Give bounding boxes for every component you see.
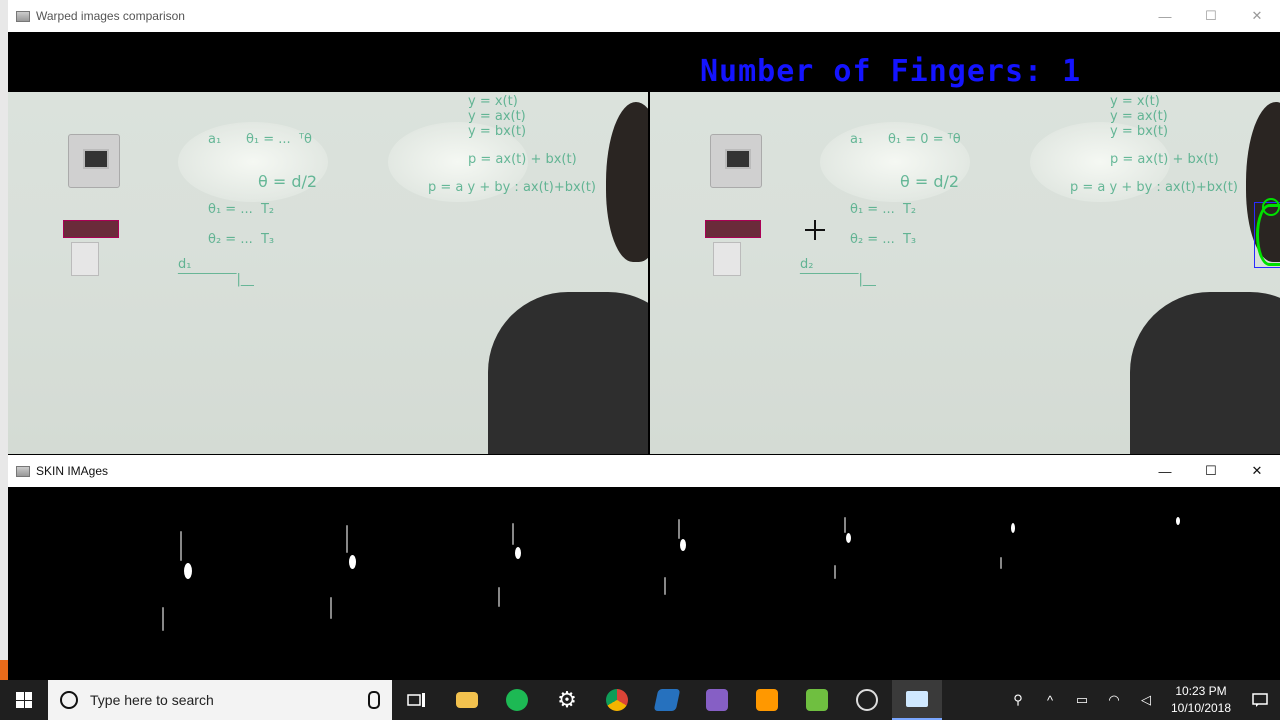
warped-window-title: Warped images comparison (36, 9, 185, 23)
volume-button[interactable]: ◁ (1130, 680, 1162, 720)
settings-gear-icon: ⚙ (557, 687, 577, 712)
image-editor-button[interactable] (792, 680, 842, 720)
battery-icon: ▭ (1075, 692, 1089, 707)
skin-blob (515, 547, 521, 559)
window-app-icon (16, 465, 30, 477)
close-button[interactable]: ✕ (1234, 455, 1280, 487)
webcam-image-left: a₁ θ₁ = ... ᵀθ y = x(t) y = ax(t) y = bx… (8, 92, 648, 454)
powershell-icon (653, 689, 681, 711)
task-view-icon (407, 693, 425, 707)
skin-streak (664, 577, 666, 595)
settings-button[interactable]: ⚙ (542, 680, 592, 720)
wifi-icon: ◠ (1108, 692, 1120, 707)
sublime-text-button[interactable] (742, 680, 792, 720)
skin-streak (180, 531, 182, 561)
clock-time: 10:23 PM (1175, 684, 1227, 698)
chevron-up-icon: ^ (1046, 692, 1054, 708)
skin-window-title: SKIN IMAges (36, 464, 109, 478)
close-button[interactable]: ✕ (1234, 0, 1280, 32)
python-window-icon (906, 691, 928, 707)
person-body (1130, 292, 1280, 454)
microphone-icon[interactable] (368, 691, 380, 709)
desktop-left-edge (0, 0, 8, 680)
file-explorer-button[interactable] (442, 680, 492, 720)
finger-count-label: Number of Fingers: 1 (700, 54, 1082, 89)
system-tray: ⚲ ^ ▭ ◠ ◁ 10:23 PM 10/10/2018 (1002, 680, 1280, 720)
windows-logo-icon (16, 692, 32, 708)
skin-images-window: SKIN IMAges — ☐ ✕ (8, 455, 1280, 680)
minimize-button[interactable]: — (1142, 455, 1188, 487)
exit-sign (705, 220, 761, 238)
spotify-icon (506, 689, 528, 711)
skin-blob (184, 563, 192, 579)
window-app-icon (16, 10, 30, 22)
notification-icon (1252, 693, 1268, 707)
minimize-button[interactable]: — (1142, 0, 1188, 32)
start-button[interactable] (0, 680, 48, 720)
crosshair-cursor (805, 220, 825, 240)
powershell-button[interactable] (642, 680, 692, 720)
image-editor-icon (806, 689, 828, 711)
person-body (488, 292, 648, 454)
skin-blob (1011, 523, 1015, 533)
task-view-button[interactable] (392, 680, 442, 720)
skin-window-titlebar[interactable]: SKIN IMAges — ☐ ✕ (8, 455, 1280, 487)
fingertip-marker (1262, 198, 1280, 216)
cortana-icon (60, 691, 78, 709)
exit-sign (63, 220, 119, 238)
clock[interactable]: 10:23 PM 10/10/2018 (1162, 683, 1240, 717)
speaker-icon: ◁ (1141, 692, 1151, 707)
skin-streak (844, 517, 846, 533)
warped-images-window: Warped images comparison — ☐ ✕ Number of… (8, 0, 1280, 455)
sublime-text-icon (756, 689, 778, 711)
people-icon: ⚲ (1013, 692, 1023, 707)
spotify-button[interactable] (492, 680, 542, 720)
skin-blob (680, 539, 686, 551)
skin-streak (1000, 557, 1002, 569)
skin-blob (349, 555, 356, 569)
taskbar-search-box[interactable]: Type here to search (48, 680, 392, 720)
skin-mask-canvas[interactable] (8, 487, 1280, 680)
maximize-button[interactable]: ☐ (1188, 0, 1234, 32)
skin-blob (1176, 517, 1180, 525)
light-switch (713, 242, 741, 276)
skin-streak (834, 565, 836, 579)
maximize-button[interactable]: ☐ (1188, 455, 1234, 487)
thermostat-device (710, 134, 762, 188)
person-head (606, 102, 648, 262)
chrome-button[interactable] (592, 680, 642, 720)
visual-studio-icon (706, 689, 728, 711)
warped-images-canvas[interactable]: Number of Fingers: 1 a₁ θ₁ = ... ᵀθ y = … (8, 32, 1280, 455)
skin-streak (512, 523, 514, 545)
chrome-icon (606, 689, 628, 711)
battery-button[interactable]: ▭ (1066, 680, 1098, 720)
skin-blob (846, 533, 851, 543)
skin-streak (330, 597, 332, 619)
skin-streak (498, 587, 500, 607)
network-button[interactable]: ◠ (1098, 680, 1130, 720)
skin-streak (678, 519, 680, 539)
people-icon-button[interactable]: ⚲ (1002, 680, 1034, 720)
thermostat-device (68, 134, 120, 188)
action-center-button[interactable] (1240, 692, 1280, 708)
search-placeholder: Type here to search (90, 692, 214, 708)
visual-studio-button[interactable] (692, 680, 742, 720)
obs-button[interactable] (842, 680, 892, 720)
webcam-image-right: a₁ θ₁ = 0 = ᵀθ y = x(t) y = ax(t) y = bx… (650, 92, 1280, 454)
desktop-icon-fragment (0, 660, 8, 680)
skin-streak (162, 607, 164, 631)
light-switch (71, 242, 99, 276)
show-hidden-icons-button[interactable]: ^ (1034, 680, 1066, 720)
windows-taskbar: Type here to search ⚙ ⚲ ^ ▭ ◠ ◁ 10:23 PM… (0, 680, 1280, 720)
skin-streak (346, 525, 348, 553)
clock-date: 10/10/2018 (1170, 701, 1232, 715)
warped-window-titlebar[interactable]: Warped images comparison — ☐ ✕ (8, 0, 1280, 32)
file-explorer-icon (456, 692, 478, 708)
overlay-band: Number of Fingers: 1 (8, 32, 1280, 92)
python-window-button[interactable] (892, 680, 942, 720)
obs-icon (856, 689, 878, 711)
